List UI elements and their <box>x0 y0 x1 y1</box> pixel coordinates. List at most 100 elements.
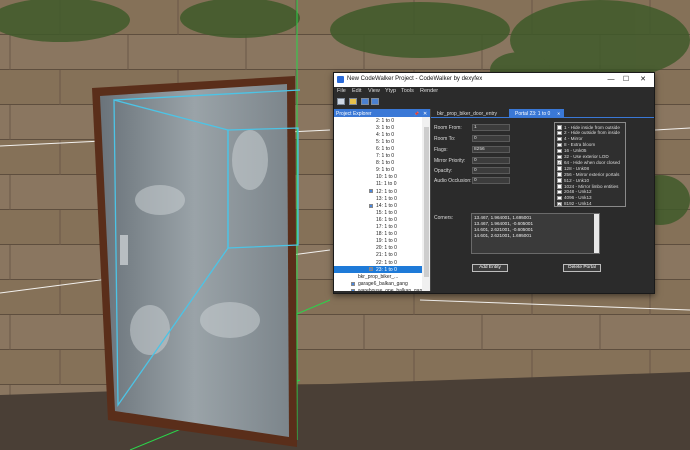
corners-label: Corners: <box>434 215 454 221</box>
tree-item[interactable]: 4: 1 to 0 <box>334 131 422 138</box>
tree-item[interactable]: 16: 1 to 0 <box>334 216 422 223</box>
flag-checkbox[interactable] <box>557 166 562 171</box>
project-explorer-header: Project Explorer 📌 ✕ <box>334 109 430 117</box>
open-folder-icon[interactable] <box>349 98 357 105</box>
tree-item-checkbox[interactable] <box>369 203 373 208</box>
codewalker-app-icon <box>337 76 344 83</box>
mirror-priority-field[interactable]: 0 <box>472 157 510 164</box>
audio-occlusion-field[interactable]: 0 <box>472 177 510 184</box>
flag-option-label: 2 - Hide outside from inside <box>564 130 620 136</box>
flag-checkbox[interactable]: ✓ <box>557 160 562 165</box>
room-from-label: Room From: <box>434 125 462 131</box>
tree-item-label: 22: 1 to 0 <box>376 259 397 266</box>
tree-item-label: 7: 1 to 0 <box>376 153 395 159</box>
tab-ytyp-entry[interactable]: bkr_prop_biker_door_entry <box>435 109 510 117</box>
tab-ytyp-entry-label: bkr_prop_biker_door_entry <box>437 110 498 117</box>
tree-item-checkbox[interactable] <box>351 281 355 286</box>
portal-flags-checklist: 1 - Hide inside from outside 2 - Hide out… <box>554 122 626 207</box>
minimize-button[interactable]: — <box>604 74 618 86</box>
pin-icon[interactable]: 📌 <box>414 111 419 116</box>
flag-checkbox[interactable] <box>557 130 562 136</box>
panel-close-icon[interactable]: ✕ <box>423 111 427 117</box>
flag-checkbox[interactable]: ✓ <box>557 201 562 207</box>
tree-item-label: 9: 1 to 0 <box>376 167 395 174</box>
delete-portal-button[interactable]: Delete Portal <box>563 264 601 272</box>
menu-bar: File Edit View Ytyp Tools Render <box>334 87 654 96</box>
tree-item-checkbox[interactable] <box>351 288 355 291</box>
flag-checkbox[interactable] <box>557 195 562 201</box>
menu-file[interactable]: File <box>337 88 346 94</box>
tree-item-checkbox[interactable] <box>369 189 373 194</box>
tree-item-label: 20: 1 to 0 <box>376 245 397 252</box>
tree-item-label: 4: 1 to 0 <box>376 131 395 138</box>
flag-checkbox[interactable] <box>557 172 562 177</box>
tree-item-label: 16: 1 to 0 <box>376 216 397 223</box>
door-model <box>92 76 297 447</box>
flag-option-label: 4 - Mirror <box>564 136 583 142</box>
flag-option[interactable]: ✓ 8192 - Unk14 <box>557 201 625 208</box>
flag-checkbox[interactable] <box>557 184 562 189</box>
tree-scrollbar[interactable] <box>422 117 430 291</box>
flags-label: Flags: <box>434 147 448 153</box>
close-button[interactable]: ✕ <box>636 74 650 86</box>
menu-edit[interactable]: Edit <box>352 88 361 94</box>
scrollbar-thumb[interactable] <box>423 127 429 277</box>
tree-item[interactable]: bkr_prop_biker_... <box>334 273 422 280</box>
save-all-icon[interactable] <box>371 98 379 105</box>
tree-item[interactable]: 9: 1 to 0 <box>334 167 422 174</box>
menu-view[interactable]: View <box>368 88 380 94</box>
tree-item-label: 15: 1 to 0 <box>376 209 397 216</box>
mirror-priority-label: Mirror Priority: <box>434 158 466 164</box>
flag-checkbox[interactable] <box>557 125 562 130</box>
project-explorer-title: Project Explorer <box>336 110 372 117</box>
flags-field[interactable]: 8256 <box>472 146 510 153</box>
flag-checkbox[interactable] <box>557 154 562 159</box>
menu-render[interactable]: Render <box>420 88 438 94</box>
tree-item-label: 14: 1 to 0 <box>376 202 397 209</box>
flag-checkbox[interactable] <box>557 148 562 154</box>
tree-item[interactable]: 19: 1 to 0 <box>334 238 422 245</box>
room-to-field[interactable]: 0 <box>472 135 510 142</box>
tree-item-label: 13: 1 to 0 <box>376 195 397 202</box>
opacity-label: Opacity: <box>434 168 453 174</box>
flag-checkbox[interactable] <box>557 178 562 183</box>
tab-close-icon[interactable]: ✕ <box>557 111 560 116</box>
tree-item-label: 8: 1 to 0 <box>376 160 395 167</box>
tree-item-label: 3: 1 to 0 <box>376 124 395 131</box>
menu-tools[interactable]: Tools <box>401 88 414 94</box>
menu-ytyp[interactable]: Ytyp <box>385 88 396 94</box>
corners-textarea[interactable]: 13.467, 1.964001, 1.695001 13.467, 1.964… <box>471 213 600 254</box>
opacity-field[interactable]: 0 <box>472 167 510 174</box>
flag-option-label: 32 - Use exterior LOD <box>564 154 609 159</box>
tree-item-label: warehouse_one_balkan_gang <box>358 287 422 291</box>
flag-option-label: 2048 - Unk12 <box>564 189 592 195</box>
flag-option-label: 1 - Hide inside from outside <box>564 124 620 130</box>
tree-item[interactable]: warehouse_one_balkan_gang <box>334 287 422 291</box>
tree-item[interactable]: 14: 1 to 0 <box>334 202 422 209</box>
tree-item-label: 19: 1 to 0 <box>376 238 397 245</box>
tab-portal[interactable]: Portal 23: 1 to 0 ✕ <box>509 109 564 117</box>
tab-underline <box>431 117 654 118</box>
tree-item-checkbox[interactable] <box>369 267 373 272</box>
tree-item[interactable]: 21: 1 to 0 <box>334 252 422 259</box>
project-explorer-panel: Project Explorer 📌 ✕ 2: 1 to 0 3: 1 to 04… <box>334 109 431 291</box>
room-to-label: Room To: <box>434 136 456 142</box>
window-title: New CodeWalker Project - CodeWalker by d… <box>347 76 483 82</box>
tree-item-label: 12: 1 to 0 <box>376 188 397 195</box>
new-project-icon[interactable] <box>337 98 345 105</box>
corners-scrollbar[interactable] <box>594 214 599 253</box>
corner-line: 13.467, 1.964001, -0.605001 <box>474 221 534 226</box>
tree-item-label: 2: 1 to 0 <box>376 117 395 124</box>
tree-item[interactable]: 6: 1 to 0 <box>334 145 422 152</box>
tree-item-label: 23: 1 to 0 <box>376 266 397 273</box>
flag-checkbox[interactable] <box>557 189 562 195</box>
flag-checkbox[interactable] <box>557 142 562 148</box>
room-from-field[interactable]: 1 <box>472 124 510 131</box>
flag-checkbox[interactable] <box>557 136 562 142</box>
add-entity-button[interactable]: Add Entity <box>472 264 508 272</box>
tree-item[interactable]: 11: 1 to 0 <box>334 181 422 188</box>
toolbar <box>334 96 654 107</box>
save-icon[interactable] <box>361 98 369 105</box>
maximize-button[interactable]: ☐ <box>619 74 633 86</box>
codewalker-window: New CodeWalker Project - CodeWalker by d… <box>333 72 655 294</box>
